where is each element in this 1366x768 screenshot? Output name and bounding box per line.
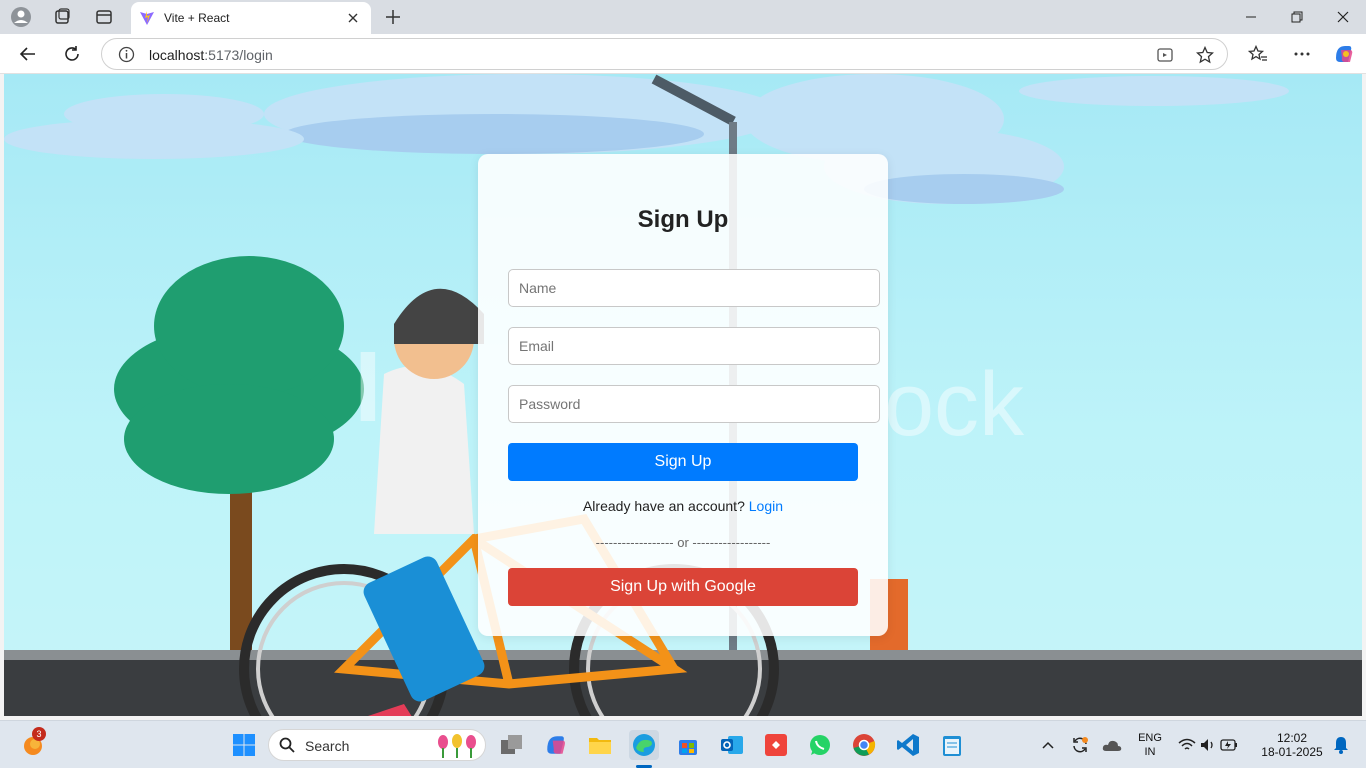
taskbar-search[interactable]: Search — [268, 729, 486, 761]
google-signup-button[interactable]: Sign Up with Google — [508, 568, 858, 606]
restore-icon — [1291, 11, 1303, 23]
quick-settings-button[interactable] — [1173, 730, 1243, 760]
wifi-icon — [1178, 738, 1196, 750]
address-bar-row: localhost:5173/login — [0, 34, 1366, 74]
refresh-icon — [65, 46, 79, 61]
workspaces-icon — [55, 8, 70, 24]
restore-button[interactable] — [1274, 2, 1320, 32]
favorite-star-icon[interactable] — [1196, 46, 1214, 64]
minimize-button[interactable] — [1228, 2, 1274, 32]
copilot-taskbar-button[interactable] — [541, 730, 571, 760]
sync-icon — [1073, 737, 1088, 753]
anydesk-button[interactable] — [761, 730, 791, 760]
start-button[interactable] — [229, 730, 259, 760]
outlook-button[interactable] — [717, 730, 747, 760]
store-icon — [679, 740, 697, 755]
new-tab-button[interactable] — [378, 4, 408, 30]
chevron-up-icon — [1042, 741, 1054, 749]
cloud-icon — [1102, 740, 1122, 751]
sync-tray-button[interactable] — [1065, 730, 1095, 760]
onedrive-tray-button[interactable] — [1097, 730, 1127, 760]
arrow-left-icon — [19, 47, 35, 61]
signup-button[interactable]: Sign Up — [508, 443, 858, 481]
battery-icon — [1220, 739, 1237, 751]
tab-actions-button[interactable] — [89, 4, 119, 30]
outlook-icon — [721, 736, 743, 754]
back-button[interactable] — [13, 39, 43, 69]
refresh-button[interactable] — [57, 39, 87, 69]
info-icon — [118, 46, 135, 63]
favorites-button[interactable] — [1243, 39, 1273, 69]
copilot-icon — [1336, 46, 1353, 62]
anydesk-icon — [765, 734, 787, 756]
task-view-icon — [501, 735, 522, 754]
password-input[interactable] — [508, 385, 880, 423]
folder-icon — [589, 738, 611, 754]
copilot-button[interactable] — [1329, 39, 1359, 69]
tab-vite-react[interactable]: Vite + React — [131, 2, 371, 34]
bell-icon — [1334, 737, 1348, 754]
file-explorer-button[interactable] — [585, 730, 615, 760]
copilot-icon — [547, 736, 565, 754]
chrome-button[interactable] — [849, 730, 879, 760]
login-link[interactable]: Login — [749, 498, 783, 514]
tab-actions-icon — [96, 10, 112, 24]
close-window-button[interactable] — [1320, 2, 1366, 32]
vite-logo-icon — [140, 11, 154, 25]
signup-title: Sign Up — [637, 206, 729, 233]
notification-badge: 3 — [32, 727, 46, 741]
task-view-button[interactable] — [497, 730, 527, 760]
profile-button[interactable] — [6, 4, 36, 30]
clock[interactable]: 12:02 18-01-2025 — [1254, 731, 1330, 759]
close-icon — [348, 13, 358, 23]
whatsapp-button[interactable] — [805, 730, 835, 760]
plus-icon — [386, 10, 400, 24]
name-input[interactable] — [508, 269, 880, 307]
search-label: Search — [305, 738, 350, 754]
more-menu-button[interactable] — [1287, 39, 1317, 69]
email-input[interactable] — [508, 327, 880, 365]
edge-browser-icon — [633, 734, 655, 756]
region-code: IN — [1144, 746, 1156, 758]
minimize-icon — [1246, 16, 1256, 18]
windows-logo-icon — [233, 734, 255, 756]
edge-taskbar-button[interactable] — [629, 730, 659, 760]
clock-time: 12:02 — [1276, 731, 1308, 745]
windows-taskbar: 3 Search ENG IN 12:02 18-01-2025 — [0, 720, 1366, 768]
whatsapp-icon — [810, 735, 830, 755]
address-bar[interactable]: localhost:5173/login — [101, 38, 1228, 70]
close-icon — [1337, 11, 1349, 23]
tulips-icon — [438, 734, 476, 758]
have-account-text: Already have an account? — [582, 498, 745, 514]
login-prompt: Already have an account? Login — [478, 498, 888, 514]
or-divider: ------------------ or ------------------ — [595, 535, 771, 550]
show-hidden-icons-button[interactable] — [1033, 730, 1063, 760]
page-viewport: IA ock Sign Up Sign Up Already have an a… — [4, 74, 1362, 716]
clock-date: 18-01-2025 — [1261, 745, 1323, 759]
vscode-icon — [897, 734, 919, 756]
profile-icon — [11, 7, 31, 27]
ellipsis-icon — [1294, 52, 1310, 56]
favorites-list-icon — [1248, 45, 1267, 61]
notifications-button[interactable] — [1326, 730, 1356, 760]
app-available-icon[interactable] — [1157, 47, 1173, 63]
tab-close-button[interactable] — [343, 8, 363, 28]
input-language-indicator[interactable]: ENG IN — [1133, 731, 1167, 759]
tab-title: Vite + React — [164, 11, 230, 25]
store-button[interactable] — [673, 730, 703, 760]
notepad-icon — [943, 736, 961, 756]
language-code: ENG — [1138, 732, 1162, 744]
notepad-button[interactable] — [937, 730, 967, 760]
volume-icon — [1201, 739, 1213, 751]
workspaces-button[interactable] — [47, 4, 77, 30]
browser-tab-bar: Vite + React — [0, 0, 1366, 34]
signup-card: Sign Up Sign Up Already have an account?… — [478, 154, 888, 636]
url-text: localhost:5173/login — [149, 47, 273, 63]
vscode-button[interactable] — [893, 730, 923, 760]
search-icon — [279, 737, 295, 753]
chrome-icon — [853, 734, 876, 756]
